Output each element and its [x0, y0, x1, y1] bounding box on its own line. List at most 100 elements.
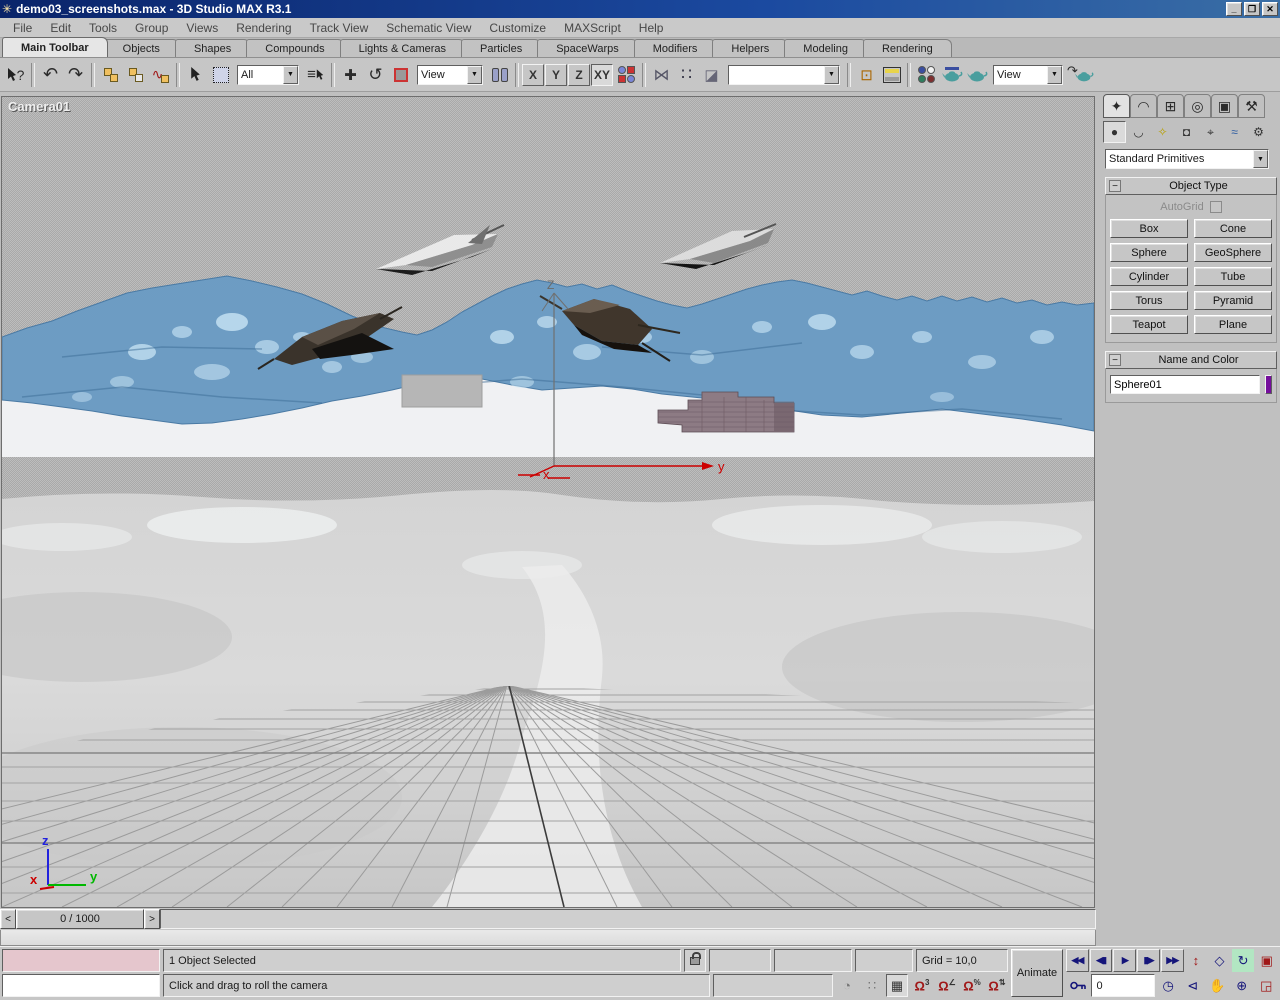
menu-tools[interactable]: Tools: [80, 19, 126, 37]
menu-maxscript[interactable]: MAXScript: [555, 19, 630, 37]
open-track-view-icon[interactable]: [879, 62, 904, 88]
viewport-label[interactable]: Camera01: [8, 99, 70, 114]
tab-shapes[interactable]: Shapes: [174, 39, 251, 57]
snap-3d-icon[interactable]: Ω3: [911, 974, 933, 997]
roll-camera-button[interactable]: ↻: [1231, 949, 1255, 972]
create-tab-icon[interactable]: ✦: [1103, 94, 1130, 118]
undo-button[interactable]: ↶: [38, 62, 63, 88]
bind-to-spacewarp-icon[interactable]: ∿: [148, 62, 173, 88]
cameras-category-icon[interactable]: ◘: [1175, 121, 1198, 143]
tab-helpers[interactable]: Helpers: [712, 39, 789, 57]
restrict-x-button[interactable]: X: [522, 63, 544, 86]
plane-button[interactable]: Plane: [1194, 315, 1272, 334]
maxscript-listener-field[interactable]: [2, 974, 160, 997]
menu-schematic-view[interactable]: Schematic View: [377, 19, 480, 37]
tab-spacewarps[interactable]: SpaceWarps: [537, 39, 638, 57]
align-button[interactable]: ◪: [699, 62, 724, 88]
systems-category-icon[interactable]: ⚙: [1247, 121, 1270, 143]
time-slider-thumb[interactable]: 0 / 1000: [16, 909, 144, 929]
select-and-move-button[interactable]: ✚: [338, 62, 363, 88]
key-mode-toggle[interactable]: [1066, 974, 1090, 997]
redo-button[interactable]: ↷: [63, 62, 88, 88]
time-configuration-button[interactable]: ◷: [1156, 974, 1180, 997]
go-to-end-button[interactable]: ▶▶: [1160, 949, 1184, 972]
array-button[interactable]: ∷: [674, 62, 699, 88]
restore-button[interactable]: ❐: [1244, 2, 1260, 16]
tab-main-toolbar[interactable]: Main Toolbar: [2, 37, 108, 57]
select-object-button[interactable]: [183, 62, 208, 88]
lights-category-icon[interactable]: ✧: [1151, 121, 1174, 143]
menu-help[interactable]: Help: [630, 19, 673, 37]
play-button[interactable]: ▶: [1113, 949, 1137, 972]
restrict-xy-plane-button[interactable]: XY: [591, 63, 613, 86]
app-icon[interactable]: ✳: [2, 2, 12, 16]
fov-button[interactable]: ⊲: [1181, 974, 1205, 997]
menu-file[interactable]: File: [4, 19, 41, 37]
object-name-input[interactable]: [1110, 375, 1260, 394]
torus-button[interactable]: Torus: [1110, 291, 1188, 310]
menu-customize[interactable]: Customize: [480, 19, 555, 37]
tab-modeling[interactable]: Modeling: [784, 39, 867, 57]
go-to-start-button[interactable]: ◀◀: [1066, 949, 1089, 972]
animate-button[interactable]: Animate: [1011, 949, 1063, 997]
display-tab-icon[interactable]: ▣: [1211, 94, 1238, 118]
quick-render-icon[interactable]: [964, 62, 989, 88]
dropdown-arrow-icon[interactable]: ▼: [1047, 65, 1062, 84]
spinner-snap-icon[interactable]: Ω⇅: [986, 974, 1008, 997]
menu-rendering[interactable]: Rendering: [227, 19, 300, 37]
autogrid-checkbox[interactable]: [1209, 201, 1222, 213]
sphere-button[interactable]: Sphere: [1110, 243, 1188, 262]
collapse-icon[interactable]: −: [1109, 354, 1121, 366]
spacewarps-category-icon[interactable]: ≈: [1223, 121, 1246, 143]
material-editor-icon[interactable]: [914, 62, 939, 88]
next-frame-button[interactable]: ▮▶: [1137, 949, 1160, 972]
cylinder-button[interactable]: Cylinder: [1110, 267, 1188, 286]
box-button[interactable]: Box: [1110, 219, 1188, 238]
subcategory-dropdown[interactable]: Standard Primitives ▼: [1105, 149, 1269, 169]
teapot-button[interactable]: Teapot: [1110, 315, 1188, 334]
geometry-category-icon[interactable]: ●: [1103, 121, 1126, 143]
tube-button[interactable]: Tube: [1194, 267, 1272, 286]
object-type-rollout-header[interactable]: − Object Type: [1105, 177, 1277, 195]
mirror-button[interactable]: ⋈: [649, 62, 674, 88]
current-frame-field[interactable]: 0: [1090, 974, 1156, 997]
angle-snap-icon[interactable]: Ω∠: [936, 974, 958, 997]
tab-modifiers[interactable]: Modifiers: [633, 39, 717, 57]
previous-frame-button[interactable]: ◀▮: [1089, 949, 1113, 972]
next-frame-arrow[interactable]: >: [144, 909, 160, 929]
menu-group[interactable]: Group: [126, 19, 177, 37]
snap-toggle-3d-icon[interactable]: ▦: [886, 974, 908, 997]
modify-tab-icon[interactable]: ◠: [1130, 94, 1157, 118]
select-and-rotate-button[interactable]: ↺: [363, 62, 388, 88]
menu-track-view[interactable]: Track View: [301, 19, 378, 37]
use-pivot-point-icon[interactable]: [487, 62, 512, 88]
percent-snap-icon[interactable]: Ω%: [961, 974, 983, 997]
menu-views[interactable]: Views: [177, 19, 227, 37]
selection-lock-toggle[interactable]: [684, 949, 706, 972]
motion-tab-icon[interactable]: ◎: [1184, 94, 1211, 118]
zoom-extents-all-button[interactable]: ▣: [1255, 949, 1278, 972]
help-mode-icon[interactable]: ?: [3, 62, 28, 88]
unlink-selection-icon[interactable]: [123, 62, 148, 88]
truck-camera-button[interactable]: ✋: [1205, 974, 1229, 997]
close-button[interactable]: ✕: [1262, 2, 1278, 16]
dolly-camera-button[interactable]: ↕: [1185, 949, 1208, 972]
coord-x-field[interactable]: [709, 949, 771, 972]
collapse-icon[interactable]: −: [1109, 180, 1121, 192]
pyramid-button[interactable]: Pyramid: [1194, 291, 1272, 310]
name-color-rollout-header[interactable]: − Name and Color: [1105, 351, 1277, 369]
tab-objects[interactable]: Objects: [103, 39, 179, 57]
coord-z-field[interactable]: [855, 949, 913, 972]
snap-dots-icon[interactable]: ∷: [861, 974, 883, 997]
selection-filter-dropdown[interactable]: All ▼: [237, 64, 299, 85]
select-and-link-icon[interactable]: [98, 62, 123, 88]
restrict-plane-cycle-icon[interactable]: [614, 62, 639, 88]
selection-region-button[interactable]: [208, 62, 233, 88]
restrict-z-button[interactable]: Z: [568, 63, 590, 86]
select-by-name-button[interactable]: ≡: [303, 62, 328, 88]
render-type-dropdown[interactable]: View ▼: [993, 64, 1063, 85]
shapes-category-icon[interactable]: ◡: [1127, 121, 1150, 143]
tab-lights-cameras[interactable]: Lights & Cameras: [339, 39, 466, 57]
dropdown-arrow-icon[interactable]: ▼: [467, 65, 482, 84]
camera-viewport[interactable]: Camera01 Z y x z y x: [0, 96, 1142, 908]
